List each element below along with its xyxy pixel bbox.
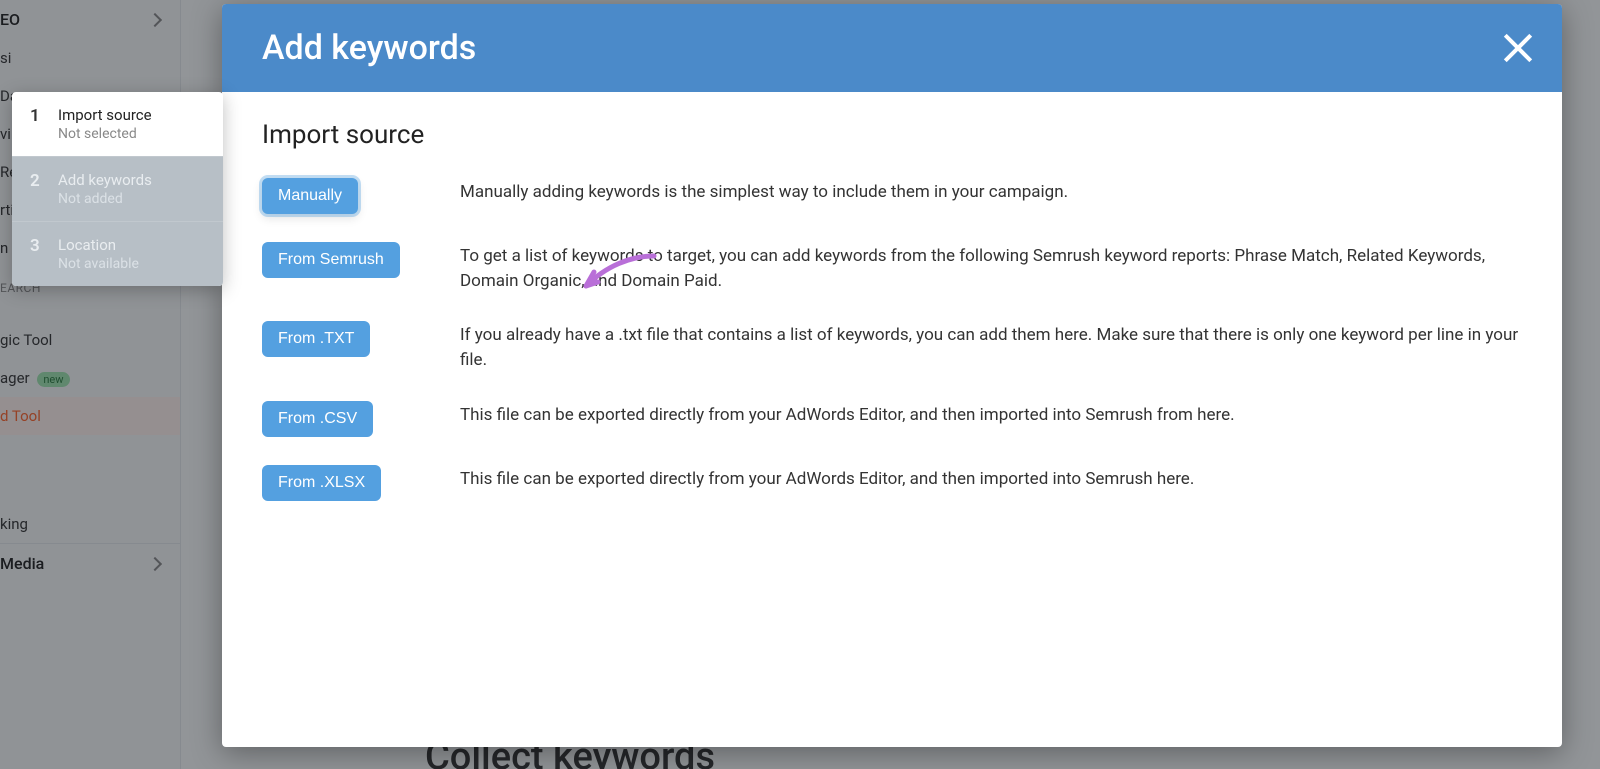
step-title: Location — [58, 236, 139, 254]
step-number: 1 — [30, 106, 42, 126]
option-row-csv: From .CSV This file can be exported dire… — [262, 401, 1522, 437]
dialog-title: Add keywords — [262, 28, 476, 68]
import-semrush-button[interactable]: From Semrush — [262, 242, 400, 278]
import-csv-button[interactable]: From .CSV — [262, 401, 373, 437]
close-icon[interactable] — [1502, 32, 1534, 64]
wizard-step-2: 2 Add keywords Not added — [12, 156, 223, 221]
import-xlsx-button[interactable]: From .XLSX — [262, 465, 381, 501]
import-csv-desc: This file can be exported directly from … — [460, 401, 1522, 428]
step-number: 2 — [30, 171, 42, 191]
wizard-step-1[interactable]: 1 Import source Not selected — [12, 92, 223, 156]
step-subtitle: Not available — [58, 256, 139, 272]
import-xlsx-desc: This file can be exported directly from … — [460, 465, 1522, 492]
option-row-xlsx: From .XLSX This file can be exported dir… — [262, 465, 1522, 501]
import-manually-desc: Manually adding keywords is the simplest… — [460, 178, 1522, 205]
wizard-step-3: 3 Location Not available — [12, 221, 223, 286]
import-txt-desc: If you already have a .txt file that con… — [460, 321, 1522, 372]
option-row-semrush: From Semrush To get a list of keywords t… — [262, 242, 1522, 293]
wizard-steps-panel: 1 Import source Not selected 2 Add keywo… — [12, 92, 223, 286]
import-manually-button[interactable]: Manually — [262, 178, 358, 214]
step-title: Import source — [58, 106, 152, 124]
dialog-body: Import source Manually Manually adding k… — [222, 92, 1562, 747]
step-title: Add keywords — [58, 171, 152, 189]
step-subtitle: Not added — [58, 191, 152, 207]
import-txt-button[interactable]: From .TXT — [262, 321, 370, 357]
import-semrush-desc: To get a list of keywords to target, you… — [460, 242, 1522, 293]
section-title: Import source — [262, 120, 1522, 150]
option-row-manually: Manually Manually adding keywords is the… — [262, 178, 1522, 214]
dialog-header: Add keywords — [222, 4, 1562, 92]
add-keywords-dialog: Add keywords Import source Manually Manu… — [222, 4, 1562, 747]
option-row-txt: From .TXT If you already have a .txt fil… — [262, 321, 1522, 372]
step-number: 3 — [30, 236, 42, 256]
step-subtitle: Not selected — [58, 126, 152, 142]
